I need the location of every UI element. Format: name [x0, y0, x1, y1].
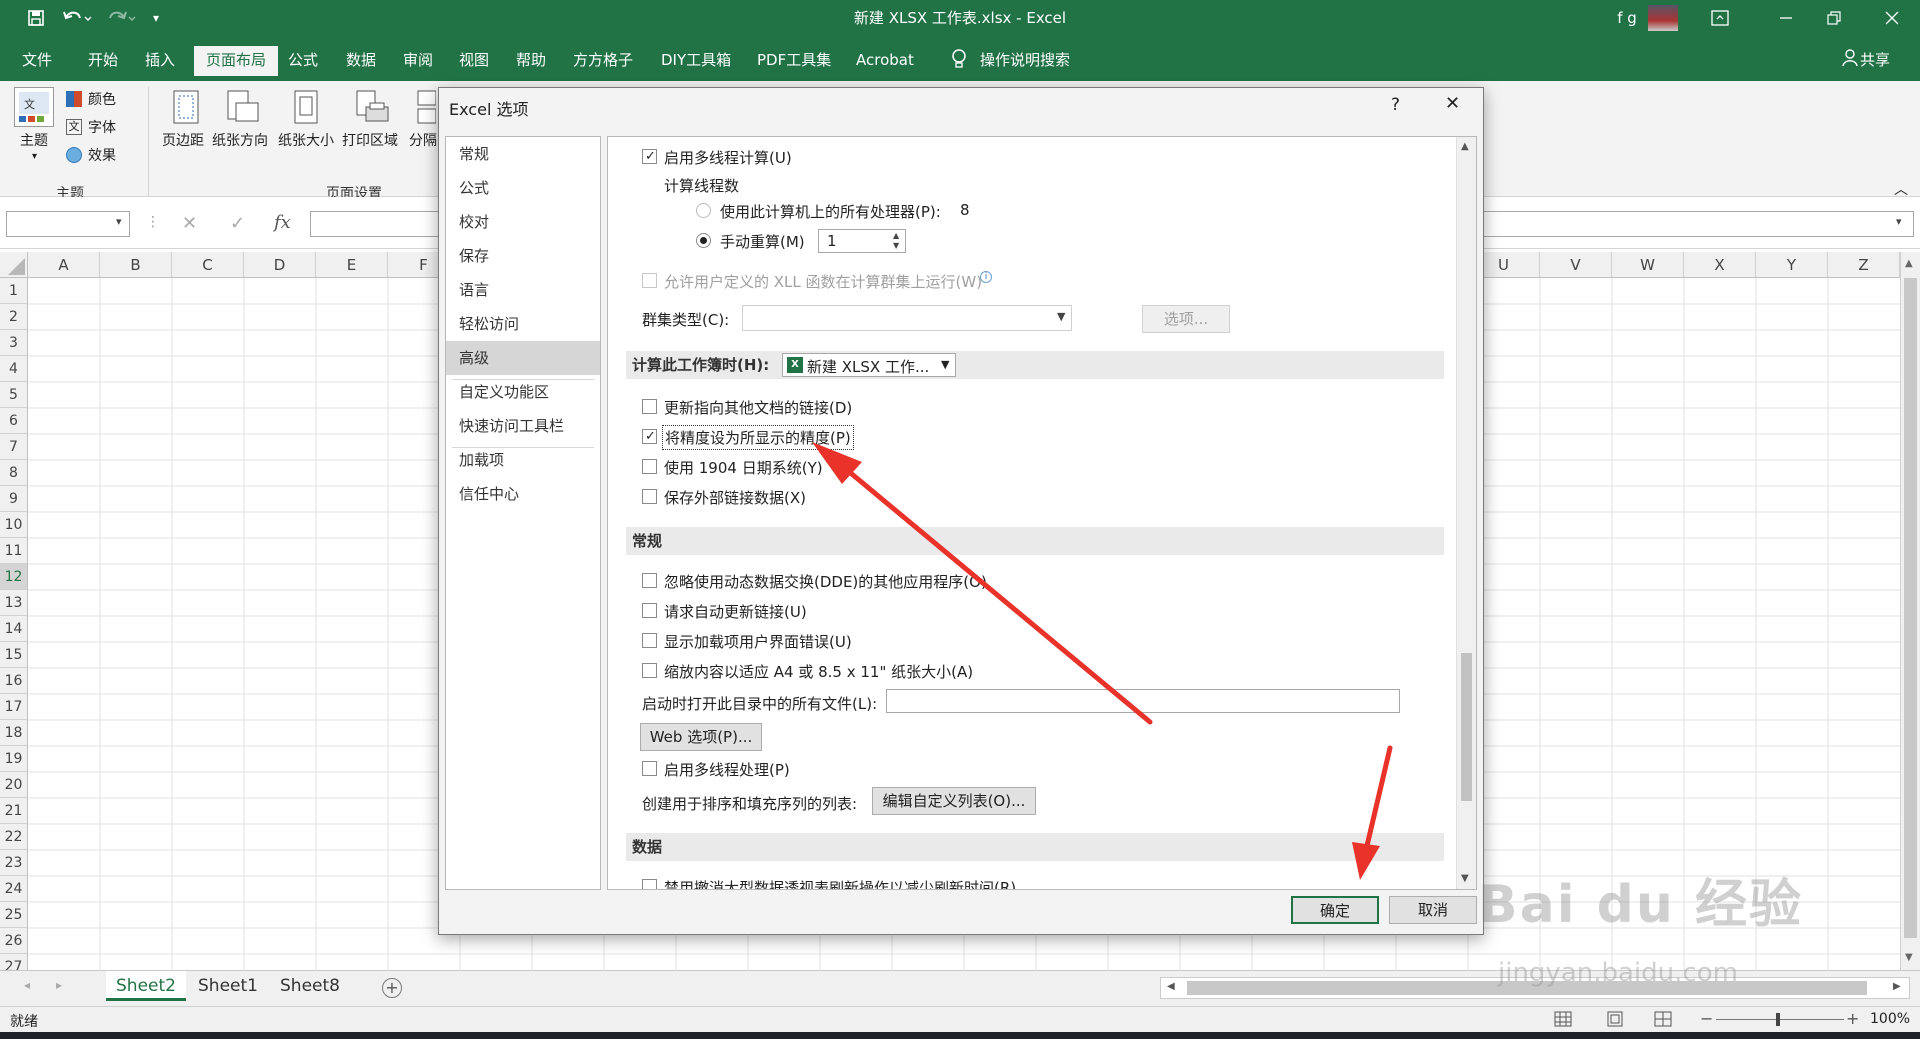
arrow-to-ok-icon: [1352, 745, 1393, 880]
watermark-url: jingyan.baidu.com: [1498, 958, 1738, 988]
arrow-to-precision-icon: [812, 442, 1153, 725]
watermark-brand: Bai du 经验: [1478, 875, 1803, 935]
